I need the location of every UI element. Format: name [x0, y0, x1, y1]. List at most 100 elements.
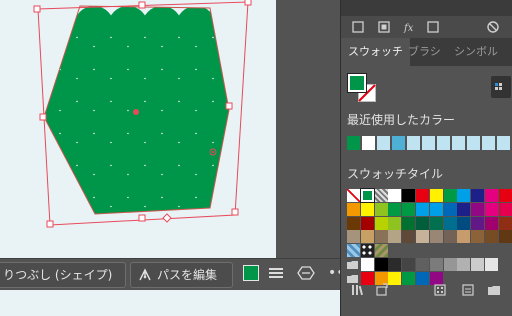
recent-color-swatch[interactable]: [392, 136, 406, 150]
bbox-handle-br[interactable]: [231, 208, 239, 216]
live-paint-button[interactable]: りつぶし (シェイプ): [0, 262, 126, 288]
none-swatch[interactable]: [347, 189, 360, 202]
color-swatch[interactable]: [374, 216, 388, 230]
color-swatch[interactable]: [443, 216, 457, 230]
color-swatch[interactable]: [374, 230, 388, 244]
bbox-handle-mr[interactable]: [225, 102, 233, 110]
recent-color-swatch[interactable]: [497, 136, 511, 150]
color-swatch[interactable]: [416, 258, 429, 271]
color-swatch[interactable]: [457, 202, 471, 216]
color-swatch[interactable]: [402, 230, 416, 244]
color-swatch[interactable]: [429, 202, 443, 216]
canvas-artwork[interactable]: [0, 0, 276, 258]
color-swatch[interactable]: [443, 230, 457, 244]
color-swatch[interactable]: [360, 216, 374, 230]
pattern-swatch[interactable]: [374, 244, 388, 258]
color-swatch[interactable]: [457, 189, 471, 202]
tab-brushes[interactable]: ブラシ: [401, 38, 448, 66]
color-swatch[interactable]: [498, 230, 512, 244]
color-swatch[interactable]: [429, 258, 443, 271]
color-swatch[interactable]: [471, 230, 485, 244]
color-swatch[interactable]: [416, 189, 429, 202]
show-kinds-icon[interactable]: [433, 283, 447, 297]
color-swatch[interactable]: [485, 258, 498, 271]
recent-color-swatch[interactable]: [422, 136, 436, 150]
pattern-swatch[interactable]: [347, 244, 360, 258]
color-swatch[interactable]: [443, 202, 457, 216]
color-swatch[interactable]: [347, 230, 360, 244]
color-swatch[interactable]: [471, 202, 485, 216]
color-swatch[interactable]: [347, 202, 360, 216]
layer-square-icon[interactable]: [351, 20, 365, 34]
color-swatch[interactable]: [388, 230, 402, 244]
recent-color-swatch[interactable]: [437, 136, 451, 150]
layer-filled-icon[interactable]: [377, 20, 391, 34]
color-swatch[interactable]: [360, 202, 374, 216]
color-swatch[interactable]: [498, 189, 512, 202]
pattern-swatch[interactable]: [360, 244, 374, 258]
color-swatch[interactable]: [485, 189, 498, 202]
more-options-icon[interactable]: ••: [328, 265, 345, 281]
color-swatch[interactable]: [402, 202, 416, 216]
color-swatch[interactable]: [498, 216, 512, 230]
artboard[interactable]: [0, 0, 276, 258]
bbox-handle-bm[interactable]: [138, 214, 146, 222]
tab-swatches[interactable]: スウォッチ: [341, 38, 410, 66]
shape-builder-icon[interactable]: [297, 265, 315, 281]
color-swatch[interactable]: [429, 189, 443, 202]
color-swatch[interactable]: [471, 258, 485, 271]
recent-color-swatch[interactable]: [362, 136, 376, 150]
swatch-library-icon[interactable]: [351, 283, 365, 297]
color-swatch[interactable]: [388, 189, 402, 202]
color-swatch[interactable]: [429, 230, 443, 244]
color-swatch[interactable]: [416, 202, 429, 216]
color-swatch[interactable]: [347, 216, 360, 230]
color-swatch[interactable]: [360, 230, 374, 244]
color-swatch[interactable]: [429, 216, 443, 230]
recent-color-swatch[interactable]: [482, 136, 496, 150]
bbox-handle-tl[interactable]: [33, 5, 41, 13]
bbox-handle-tm[interactable]: [138, 1, 146, 9]
color-swatch[interactable]: [457, 258, 471, 271]
place-icon[interactable]: [375, 283, 389, 297]
recent-color-swatch[interactable]: [467, 136, 481, 150]
color-swatch[interactable]: [402, 258, 416, 271]
color-swatch[interactable]: [402, 189, 416, 202]
bbox-handle-bl[interactable]: [46, 220, 54, 228]
selected-swatch[interactable]: [359, 188, 375, 203]
delete-icon[interactable]: [486, 20, 500, 34]
color-swatch[interactable]: [374, 258, 388, 271]
recent-color-swatch[interactable]: [377, 136, 391, 150]
edit-path-button[interactable]: パスを編集: [130, 262, 233, 288]
fill-stroke-indicator[interactable]: [347, 73, 378, 104]
recent-color-swatch[interactable]: [407, 136, 421, 150]
color-swatch[interactable]: [388, 258, 402, 271]
align-icon[interactable]: [268, 265, 284, 281]
color-swatch[interactable]: [471, 189, 485, 202]
color-swatch[interactable]: [443, 189, 457, 202]
color-swatch[interactable]: [402, 216, 416, 230]
color-swatch[interactable]: [498, 202, 512, 216]
color-swatch[interactable]: [485, 230, 498, 244]
color-swatch[interactable]: [457, 230, 471, 244]
new-color-group-icon[interactable]: [487, 283, 501, 297]
color-swatch[interactable]: [457, 216, 471, 230]
tab-symbols[interactable]: シンボル: [447, 38, 505, 66]
color-swatch[interactable]: [471, 216, 485, 230]
swatch-options-icon[interactable]: [461, 283, 475, 297]
recent-color-swatch[interactable]: [347, 136, 361, 150]
color-swatch[interactable]: [388, 202, 402, 216]
color-swatch[interactable]: [388, 216, 402, 230]
color-swatch[interactable]: [485, 216, 498, 230]
bbox-handle-ml[interactable]: [39, 113, 47, 121]
color-swatch[interactable]: [416, 230, 429, 244]
color-swatch[interactable]: [443, 258, 457, 271]
bbox-handle-tr[interactable]: [244, 0, 252, 6]
color-swatch[interactable]: [416, 216, 429, 230]
fill-swatch[interactable]: [347, 73, 367, 93]
pattern-swatch[interactable]: [374, 189, 388, 202]
swatch-kinds-icon[interactable]: [491, 76, 511, 98]
fx-icon[interactable]: fx: [403, 20, 417, 34]
color-swatch[interactable]: [360, 258, 374, 271]
square-icon[interactable]: [426, 20, 440, 34]
